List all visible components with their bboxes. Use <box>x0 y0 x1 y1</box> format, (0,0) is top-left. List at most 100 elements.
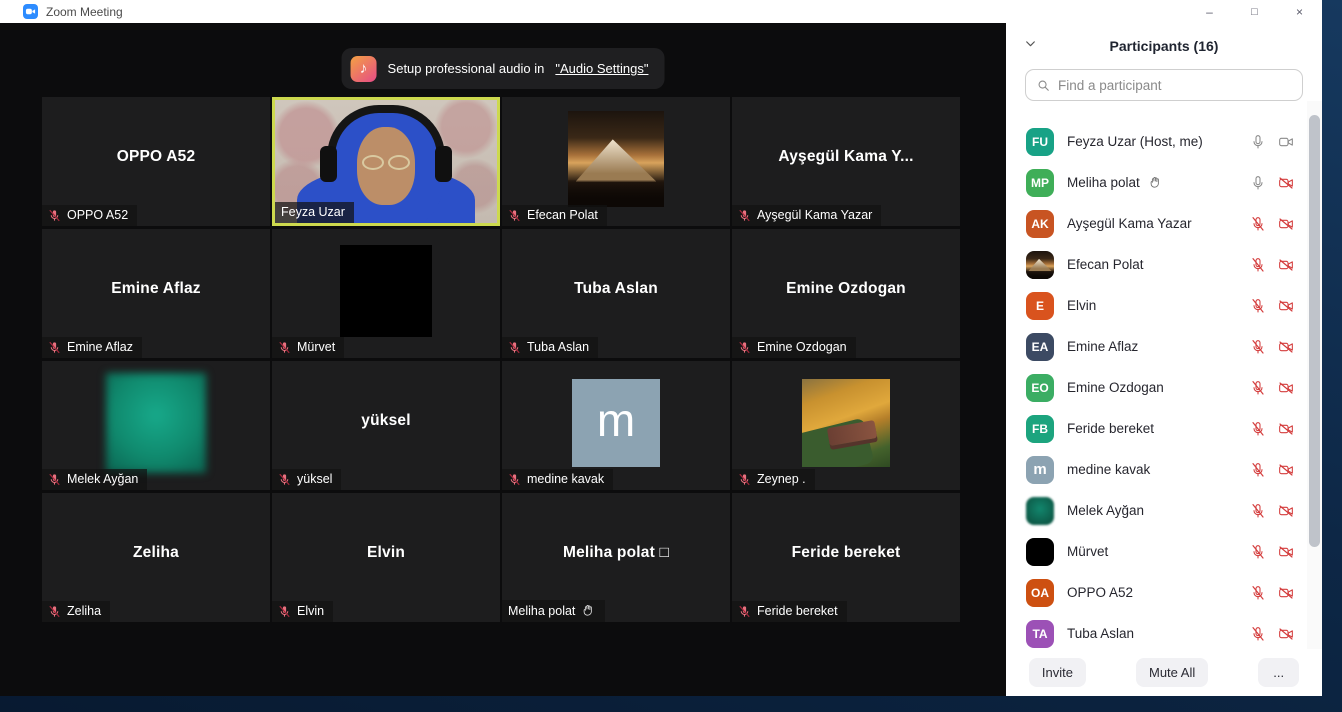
participant-row[interactable]: OAOPPO A52 <box>1006 572 1307 613</box>
participant-avatar: OA <box>1026 579 1054 607</box>
tile-avatar-wrap <box>502 97 730 220</box>
camera-off-icon[interactable] <box>1277 175 1295 191</box>
chevron-down-icon[interactable] <box>1024 37 1037 55</box>
participant-name: Melek Ayğan <box>1067 503 1144 518</box>
video-tile[interactable]: ZelihaZeliha <box>42 493 270 622</box>
mic-muted-icon[interactable] <box>1250 503 1266 519</box>
audio-settings-link[interactable]: "Audio Settings" <box>555 61 648 76</box>
search-input[interactable] <box>1058 78 1292 93</box>
close-button[interactable]: × <box>1277 0 1322 23</box>
mic-on-icon[interactable] <box>1250 134 1266 150</box>
more-options-button[interactable]: ... <box>1258 658 1299 687</box>
video-tile[interactable]: yükselyüksel <box>272 361 500 490</box>
participant-row[interactable]: AKAyşegül Kama Yazar <box>1006 203 1307 244</box>
video-tile[interactable]: Efecan Polat <box>502 97 730 226</box>
participant-search[interactable] <box>1025 69 1303 101</box>
mic-muted-icon[interactable] <box>1250 216 1266 232</box>
mic-muted-icon[interactable] <box>1250 339 1266 355</box>
participant-name: yüksel <box>272 361 500 480</box>
video-tile[interactable]: Ayşegül Kama Y...Ayşegül Kama Yazar <box>732 97 960 226</box>
camera-off-icon[interactable] <box>1277 544 1295 560</box>
mic-on-icon[interactable] <box>1250 175 1266 191</box>
mic-muted-icon[interactable] <box>1250 585 1266 601</box>
camera-on-icon[interactable] <box>1277 134 1295 150</box>
scrollbar-thumb[interactable] <box>1309 115 1320 547</box>
participant-status-icons <box>1250 421 1295 437</box>
avatar-image <box>568 111 664 207</box>
invite-button[interactable]: Invite <box>1029 658 1086 687</box>
mic-muted-icon[interactable] <box>1250 462 1266 478</box>
video-tile[interactable]: Melek Ayğan <box>42 361 270 490</box>
camera-off-icon[interactable] <box>1277 626 1295 642</box>
mic-muted-icon <box>278 605 291 618</box>
participant-status-icons <box>1250 257 1295 273</box>
video-tile[interactable]: Emine AflazEmine Aflaz <box>42 229 270 358</box>
camera-off-icon[interactable] <box>1277 585 1295 601</box>
participant-name: Elvin <box>272 493 500 612</box>
camera-off-icon[interactable] <box>1277 216 1295 232</box>
mic-muted-icon <box>278 341 291 354</box>
video-tile[interactable]: ElvinElvin <box>272 493 500 622</box>
video-tile[interactable]: mmedine kavak <box>502 361 730 490</box>
video-tile[interactable]: Feride bereketFeride bereket <box>732 493 960 622</box>
video-tile[interactable]: Tuba AslanTuba Aslan <box>502 229 730 358</box>
participant-status-icons <box>1250 339 1295 355</box>
participants-list: FUFeyza Uzar (Host, me)MPMeliha polatAKA… <box>1006 121 1307 654</box>
tile-label-text: medine kavak <box>527 472 604 486</box>
avatar-image <box>1026 497 1054 525</box>
participant-row[interactable]: FUFeyza Uzar (Host, me) <box>1006 121 1307 162</box>
video-tile[interactable]: OPPO A52OPPO A52 <box>42 97 270 226</box>
participants-panel: Participants (16) FUFeyza Uzar (Host, me… <box>1006 23 1322 696</box>
participant-row[interactable]: Mürvet <box>1006 531 1307 572</box>
video-tile[interactable]: Mürvet <box>272 229 500 358</box>
window-title: Zoom Meeting <box>46 5 123 19</box>
tile-label-text: Feride bereket <box>757 604 838 618</box>
participant-row[interactable]: Efecan Polat <box>1006 244 1307 285</box>
mute-all-button[interactable]: Mute All <box>1136 658 1208 687</box>
participant-avatar: E <box>1026 292 1054 320</box>
participant-name: Ayşegül Kama Yazar <box>1067 216 1192 231</box>
mic-muted-icon[interactable] <box>1250 257 1266 273</box>
video-tile[interactable]: Emine OzdoganEmine Ozdogan <box>732 229 960 358</box>
participants-scrollbar[interactable] <box>1307 101 1322 650</box>
mic-muted-icon <box>738 605 751 618</box>
participant-name: Efecan Polat <box>1067 257 1144 272</box>
camera-off-icon[interactable] <box>1277 339 1295 355</box>
participant-name: medine kavak <box>1067 462 1150 477</box>
mic-muted-icon <box>738 341 751 354</box>
participant-row[interactable]: EElvin <box>1006 285 1307 326</box>
camera-off-icon[interactable] <box>1277 380 1295 396</box>
tile-label-text: Melek Ayğan <box>67 472 138 486</box>
participants-footer: Invite Mute All ... <box>1006 649 1322 696</box>
camera-off-icon[interactable] <box>1277 298 1295 314</box>
camera-off-icon[interactable] <box>1277 462 1295 478</box>
camera-off-icon[interactable] <box>1277 257 1295 273</box>
camera-off-icon[interactable] <box>1277 503 1295 519</box>
tile-name-label: Melek Ayğan <box>42 469 147 490</box>
search-icon <box>1036 78 1051 93</box>
participant-row[interactable]: MPMeliha polat <box>1006 162 1307 203</box>
mic-muted-icon[interactable] <box>1250 380 1266 396</box>
mic-muted-icon[interactable] <box>1250 544 1266 560</box>
participant-status-icons <box>1250 380 1295 396</box>
mic-muted-icon[interactable] <box>1250 626 1266 642</box>
participant-status-icons <box>1250 298 1295 314</box>
participant-name: Mürvet <box>1067 544 1108 559</box>
participant-row[interactable]: EAEmine Aflaz <box>1006 326 1307 367</box>
video-tile[interactable]: Feyza Uzar <box>272 97 500 226</box>
participant-status-icons <box>1250 544 1295 560</box>
maximize-button[interactable]: □ <box>1232 0 1277 23</box>
minimize-button[interactable]: – <box>1187 0 1232 23</box>
mic-muted-icon[interactable] <box>1250 421 1266 437</box>
participant-row[interactable]: TATuba Aslan <box>1006 613 1307 654</box>
mic-muted-icon[interactable] <box>1250 298 1266 314</box>
participant-name: Tuba Aslan <box>502 229 730 348</box>
participant-row[interactable]: EOEmine Ozdogan <box>1006 367 1307 408</box>
participant-row[interactable]: FBFeride bereket <box>1006 408 1307 449</box>
video-tile[interactable]: Meliha polat □Meliha polat <box>502 493 730 622</box>
participant-row[interactable]: Melek Ayğan <box>1006 490 1307 531</box>
video-tile[interactable]: Zeynep . <box>732 361 960 490</box>
camera-off-icon[interactable] <box>1277 421 1295 437</box>
tile-label-text: Tuba Aslan <box>527 340 589 354</box>
participant-row[interactable]: mmedine kavak <box>1006 449 1307 490</box>
